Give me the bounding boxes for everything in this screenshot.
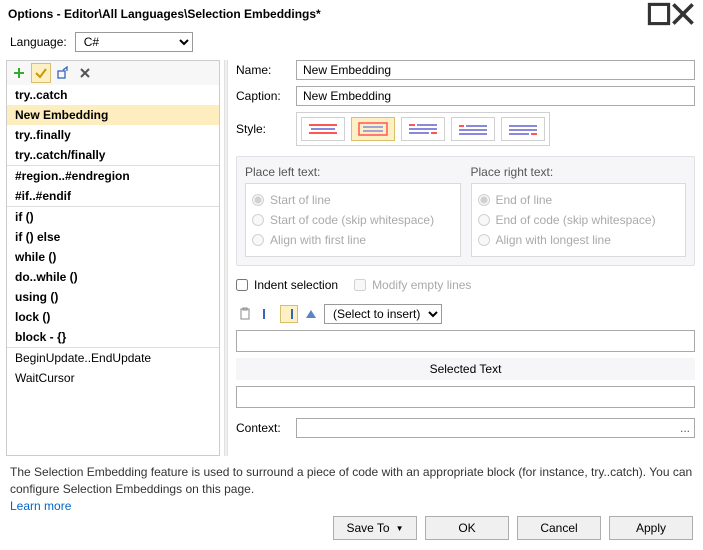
list-item[interactable]: block - {} <box>7 327 219 347</box>
dialog-button-row: Save To▼ OK Cancel Apply <box>333 516 693 540</box>
list-item[interactable]: while () <box>7 247 219 267</box>
titlebar: Options - Editor\All Languages\Selection… <box>0 0 703 28</box>
name-input[interactable] <box>296 60 695 80</box>
chevron-down-icon: ▼ <box>396 524 404 533</box>
right-opt-2 <box>478 234 490 246</box>
context-input[interactable]: ... <box>296 418 695 438</box>
style-2[interactable] <box>351 117 395 141</box>
indent-label: Indent selection <box>254 278 338 292</box>
list-item[interactable]: if () <box>7 207 219 227</box>
clipboard-icon[interactable] <box>236 305 254 323</box>
caret-right-icon[interactable] <box>280 305 298 323</box>
apply-button[interactable]: Apply <box>609 516 693 540</box>
name-row: Name: <box>236 60 695 80</box>
right-opt-0 <box>478 194 490 206</box>
left-opt-2-label: Align with first line <box>270 233 366 247</box>
close-icon[interactable] <box>671 4 695 24</box>
style-button-group <box>296 112 550 146</box>
context-row: Context: ... <box>236 418 695 438</box>
list-item[interactable]: BeginUpdate..EndUpdate <box>7 348 219 368</box>
delete-icon[interactable] <box>75 63 95 83</box>
name-label: Name: <box>236 63 288 77</box>
list-item[interactable]: do..while () <box>7 267 219 287</box>
list-item[interactable]: WaitCursor <box>7 368 219 388</box>
place-left-box: Place left text: Start of line Start of … <box>245 165 461 257</box>
list-item[interactable]: try..catch <box>7 85 219 105</box>
maximize-icon[interactable] <box>647 4 671 24</box>
style-1[interactable] <box>301 117 345 141</box>
check-icon[interactable] <box>31 63 51 83</box>
caret-left-icon[interactable] <box>258 305 276 323</box>
list-item[interactable]: #region..#endregion <box>7 166 219 186</box>
place-text-group: Place left text: Start of line Start of … <box>236 156 695 266</box>
bottom-text-input[interactable] <box>236 386 695 408</box>
embedding-list[interactable]: try..catchNew Embeddingtry..finallytry..… <box>7 85 219 455</box>
save-to-button[interactable]: Save To▼ <box>333 516 417 540</box>
place-left-legend: Place left text: <box>245 165 461 179</box>
cancel-button[interactable]: Cancel <box>517 516 601 540</box>
right-opt-0-label: End of line <box>496 193 553 207</box>
splitter[interactable] <box>224 60 228 456</box>
list-item[interactable]: try..finally <box>7 125 219 145</box>
list-item[interactable]: if () else <box>7 227 219 247</box>
right-opt-1-label: End of code (skip whitespace) <box>496 213 656 227</box>
left-opt-1 <box>252 214 264 226</box>
indent-checkbox[interactable] <box>236 279 248 291</box>
insert-dropdown[interactable]: (Select to insert) <box>324 304 442 324</box>
left-opt-1-label: Start of code (skip whitespace) <box>270 213 434 227</box>
caption-label: Caption: <box>236 89 288 103</box>
right-opt-1 <box>478 214 490 226</box>
list-item[interactable]: using () <box>7 287 219 307</box>
context-ellipsis-button[interactable]: ... <box>680 421 690 435</box>
check-row: Indent selection Modify empty lines <box>236 278 695 292</box>
caption-input[interactable] <box>296 86 695 106</box>
window-title: Options - Editor\All Languages\Selection… <box>8 7 647 21</box>
style-5[interactable] <box>501 117 545 141</box>
language-select[interactable]: C# <box>75 32 193 52</box>
right-opt-2-label: Align with longest line <box>496 233 611 247</box>
list-item[interactable]: lock () <box>7 307 219 327</box>
place-right-legend: Place right text: <box>471 165 687 179</box>
modify-checkbox <box>354 279 366 291</box>
context-label: Context: <box>236 421 288 435</box>
list-item[interactable]: #if..#endif <box>7 186 219 206</box>
modify-label: Modify empty lines <box>372 278 471 292</box>
left-opt-0-label: Start of line <box>270 193 331 207</box>
description-area: The Selection Embedding feature is used … <box>0 456 703 514</box>
language-label: Language: <box>10 35 67 49</box>
list-item[interactable]: New Embedding <box>7 105 219 125</box>
add-icon[interactable] <box>9 63 29 83</box>
style-row: Style: <box>236 112 695 146</box>
caption-row: Caption: <box>236 86 695 106</box>
triangle-up-icon[interactable] <box>302 305 320 323</box>
learn-more-link[interactable]: Learn more <box>10 499 71 513</box>
selected-text-separator: Selected Text <box>236 358 695 380</box>
list-item[interactable]: try..catch/finally <box>7 145 219 165</box>
details-panel: Name: Caption: Style: Place left text: S… <box>232 60 697 456</box>
language-row: Language: C# <box>0 28 703 60</box>
embedding-list-panel: try..catchNew Embeddingtry..finallytry..… <box>6 60 220 456</box>
description-text: The Selection Embedding feature is used … <box>10 465 692 496</box>
style-label: Style: <box>236 122 288 136</box>
list-toolbar <box>7 61 219 85</box>
left-opt-2 <box>252 234 264 246</box>
shortcut-icon[interactable] <box>53 63 73 83</box>
place-right-box: Place right text: End of line End of cod… <box>471 165 687 257</box>
ok-button[interactable]: OK <box>425 516 509 540</box>
style-4[interactable] <box>451 117 495 141</box>
style-3[interactable] <box>401 117 445 141</box>
insert-toolbar: (Select to insert) <box>236 304 695 324</box>
left-opt-0 <box>252 194 264 206</box>
top-text-input[interactable] <box>236 330 695 352</box>
